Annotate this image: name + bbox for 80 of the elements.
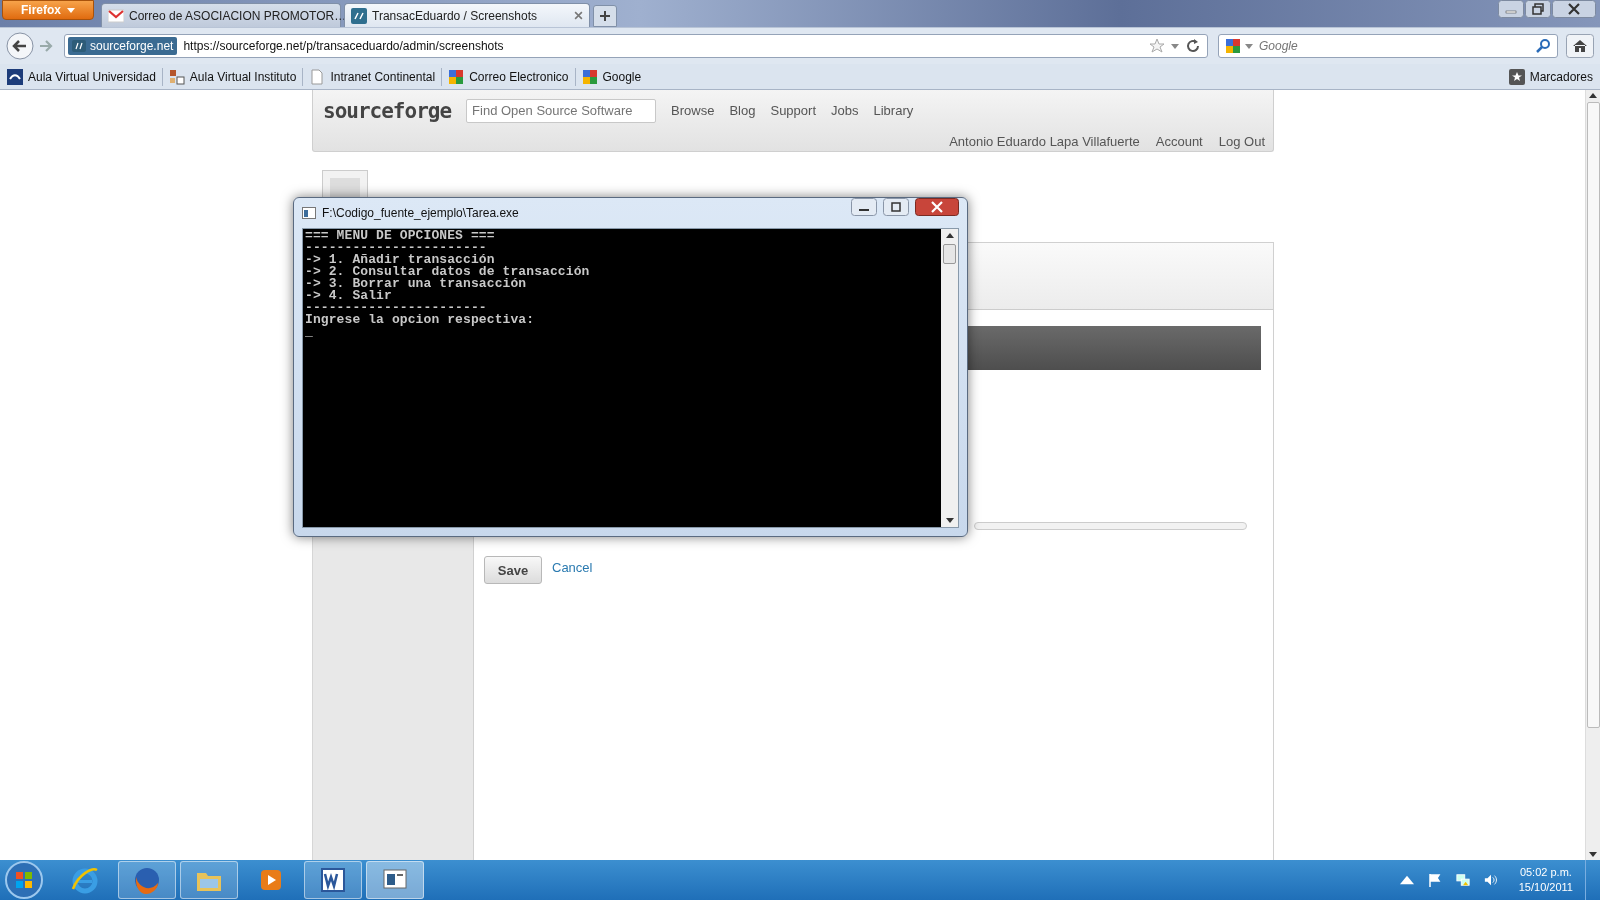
scroll-up-icon[interactable] bbox=[1589, 93, 1597, 98]
show-hidden-icons-icon[interactable] bbox=[1399, 873, 1414, 887]
search-field[interactable]: Google bbox=[1218, 34, 1558, 58]
console-line: === MENU DE OPCIONES === bbox=[305, 230, 496, 242]
console-line: ----------------------- bbox=[305, 242, 487, 254]
bookmark-item[interactable]: Google bbox=[578, 68, 645, 85]
nav-link[interactable]: Jobs bbox=[831, 103, 859, 119]
nav-link[interactable]: Browse bbox=[671, 103, 715, 119]
console-line: -> 3. Borrar una transacción bbox=[305, 278, 528, 290]
search-icon[interactable] bbox=[1535, 38, 1551, 54]
google-logo-icon bbox=[448, 68, 465, 85]
clock-date[interactable]: 15/10/2011 bbox=[1518, 880, 1573, 895]
scroll-thumb[interactable] bbox=[1586, 102, 1600, 728]
home-icon[interactable] bbox=[1566, 34, 1594, 58]
network-icon[interactable] bbox=[1455, 873, 1470, 887]
new-tab-button[interactable] bbox=[593, 5, 617, 27]
plus-icon bbox=[599, 10, 611, 22]
input-field[interactable] bbox=[974, 522, 1247, 530]
site-identity-badge[interactable]: sourceforge.net bbox=[68, 37, 178, 55]
caret-icon[interactable] bbox=[1245, 43, 1253, 49]
nav-link[interactable]: Library bbox=[873, 103, 914, 119]
word-icon bbox=[318, 865, 348, 895]
window-title: F:\Codigo_fuente_ejemplo\Tarea.exe bbox=[322, 206, 519, 220]
scroll-up-icon[interactable] bbox=[945, 233, 954, 238]
bookmark-item[interactable]: Aula Virtual Instituto bbox=[165, 68, 300, 85]
account-link[interactable]: Account bbox=[1155, 133, 1203, 149]
page-icon bbox=[309, 68, 326, 85]
start-button[interactable] bbox=[4, 860, 44, 900]
caret-icon bbox=[67, 7, 75, 13]
clock-time[interactable]: 05:02 p.m. bbox=[1519, 865, 1572, 880]
site-logo[interactable]: sourceforge bbox=[323, 98, 452, 123]
scroll-down-icon[interactable] bbox=[945, 518, 954, 523]
scroll-down-icon[interactable] bbox=[1589, 852, 1597, 857]
address-bar[interactable]: sourceforge.net https://sourceforge.net/p/transaceduardo/admin/screenshots bbox=[64, 34, 1208, 58]
bookmark-item[interactable]: Correo Electronico bbox=[445, 68, 572, 85]
bookmarks-menu-button[interactable]: Marcadores bbox=[1505, 68, 1596, 85]
star-icon[interactable] bbox=[1149, 38, 1165, 54]
nav-link[interactable]: Support bbox=[770, 103, 816, 119]
search-field[interactable]: Find Open Source Software bbox=[466, 98, 657, 123]
caret-icon[interactable] bbox=[1171, 43, 1179, 49]
save-button[interactable]: Save bbox=[484, 556, 542, 584]
scroll-thumb[interactable] bbox=[943, 244, 956, 264]
text-cursor: _ bbox=[305, 326, 313, 338]
close-icon[interactable] bbox=[915, 198, 959, 216]
console-line: -> 4. Salir bbox=[305, 290, 393, 302]
tab-title: TransacEduardo / Screenshots bbox=[372, 8, 538, 23]
taskbar-button[interactable] bbox=[366, 861, 424, 899]
url-text: https://sourceforge.net/p/transaceduardo/admin/screenshots bbox=[183, 39, 504, 53]
scrollbar[interactable] bbox=[1585, 90, 1600, 860]
nav-link[interactable]: Blog bbox=[729, 103, 756, 119]
browser-tab[interactable]: TransacEduardo / Screenshots bbox=[344, 3, 590, 27]
cancel-link[interactable]: Cancel bbox=[552, 560, 593, 575]
close-icon[interactable] bbox=[1552, 0, 1596, 18]
console-icon bbox=[302, 207, 316, 219]
google-logo-icon[interactable] bbox=[1225, 38, 1241, 54]
envelope-icon bbox=[108, 7, 124, 24]
google-logo-icon bbox=[581, 68, 598, 85]
account-link[interactable]: Log Out bbox=[1218, 133, 1265, 149]
volume-icon[interactable] bbox=[1483, 873, 1498, 887]
close-icon[interactable] bbox=[574, 11, 583, 20]
taskbar-button[interactable] bbox=[304, 861, 362, 899]
taskbar-button[interactable] bbox=[118, 861, 176, 899]
minimize-icon[interactable] bbox=[851, 198, 877, 216]
console-line: ----------------------- bbox=[305, 302, 487, 314]
bookmark-item[interactable]: Intranet Continental bbox=[306, 68, 439, 85]
bookmark-icon bbox=[168, 68, 185, 85]
restore-icon[interactable] bbox=[1525, 0, 1551, 18]
console-line: Ingrese la opcion respectiva: bbox=[305, 314, 536, 326]
flag-icon[interactable] bbox=[1427, 873, 1442, 887]
console-line: -> 1. Añadir transacción bbox=[305, 254, 496, 266]
maximize-icon[interactable] bbox=[883, 198, 909, 216]
console-line: -> 2. Consultar datos de transacción bbox=[305, 266, 591, 278]
firefox-icon bbox=[132, 865, 162, 895]
reload-icon[interactable] bbox=[1185, 38, 1201, 54]
sf-favicon-icon bbox=[351, 7, 367, 24]
ie-icon bbox=[70, 865, 100, 895]
scrollbar[interactable] bbox=[941, 229, 958, 527]
bookmark-icon bbox=[7, 68, 23, 85]
account-link[interactable]: Antonio Eduardo Lapa Villafuerte bbox=[949, 133, 1140, 149]
bookmark-item[interactable]: Aula Virtual Universidad bbox=[4, 68, 159, 85]
